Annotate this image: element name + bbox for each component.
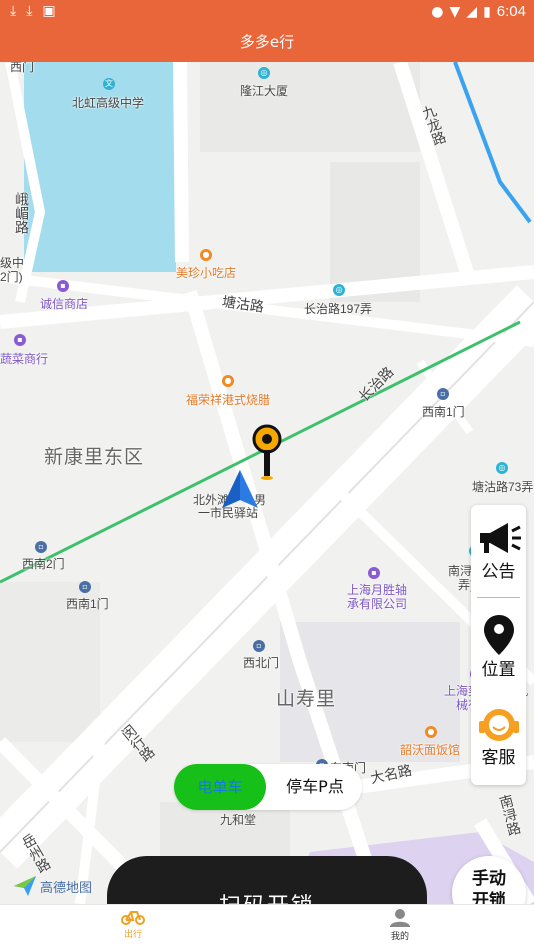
map-label: 韶沃面饭馆: [400, 743, 461, 757]
customer-service-label: 客服: [481, 748, 516, 768]
restaurant-poi-icon: ●: [425, 726, 437, 738]
ebike-tab[interactable]: 电单车: [174, 764, 266, 810]
amap-brand: 高德地图: [40, 880, 93, 896]
nav-travel-label: 出行: [123, 930, 142, 940]
nav-item-travel[interactable]: 出行: [103, 909, 163, 940]
location-label: 位置: [481, 660, 516, 680]
building-poi-icon: ◎: [258, 67, 270, 79]
vehicle-mode-toggle: 电单车 停车P点: [174, 764, 362, 810]
status-indicators: ● ▼ ◢ ▮ 6:04: [431, 3, 526, 20]
wifi-icon: ▼: [449, 3, 461, 20]
user-icon: [390, 909, 410, 927]
amap-logo: 高德地图: [14, 876, 92, 896]
map-label: 上海月胜轴承有限公司: [346, 583, 407, 611]
gate-poi-icon: ▫: [437, 388, 449, 400]
gate-poi-icon: ▫: [35, 541, 47, 553]
gate-poi-icon: ▫: [253, 640, 265, 652]
location-button[interactable]: 位置: [471, 615, 526, 680]
map-label: 新康里东区: [44, 447, 145, 468]
battery-icon: ▮: [483, 3, 491, 20]
side-panel: 公告 位置 客服: [471, 505, 526, 785]
map-label: 西北门: [243, 656, 280, 670]
map-label: 峨嵋路: [14, 192, 30, 234]
signal-icon: ◢: [466, 3, 478, 20]
map-label: 塘沽路73弄: [472, 480, 534, 494]
nav-item-mine[interactable]: 我的: [370, 909, 430, 942]
shop-poi-icon: ▪: [14, 334, 26, 346]
divider: [477, 597, 520, 598]
map-label: 长治路197弄: [304, 302, 373, 316]
map-pin-icon: [483, 615, 514, 655]
map-label: 诚信商店: [40, 297, 89, 311]
status-notifications: ⤓ ⤓ ▣: [10, 3, 56, 19]
map-label: 九和堂: [220, 813, 257, 827]
nav-mine-label: 我的: [390, 932, 409, 942]
amap-logo-icon: [14, 876, 36, 896]
map-label: 西南1门: [422, 405, 465, 419]
manual-unlock-label-line1: 手动: [472, 869, 506, 889]
map-label: 西门: [10, 62, 35, 74]
customer-service-button[interactable]: 客服: [471, 705, 526, 768]
page-title: 多多e行: [0, 24, 534, 62]
status-bar: ⤓ ⤓ ▣ ● ▼ ◢ ▮ 6:04: [0, 0, 534, 24]
image-icon: ▣: [42, 3, 56, 19]
location-icon: ●: [431, 3, 444, 20]
announcement-button[interactable]: 公告: [471, 519, 526, 582]
announcement-label: 公告: [481, 562, 516, 582]
restaurant-poi-icon: ●: [222, 375, 234, 387]
shop-poi-icon: ▪: [368, 567, 380, 579]
map-label: 西南1门: [66, 597, 109, 611]
gate-poi-icon: ▫: [79, 581, 91, 593]
map-label: 隆江大厦: [240, 84, 289, 98]
map-label: 美珍小吃店: [176, 266, 237, 280]
navigation-arrow-icon: [222, 470, 258, 508]
map-label: 山寿里: [276, 689, 337, 710]
parking-point-tab[interactable]: 停车P点: [270, 764, 360, 810]
download-icon: ⤓: [26, 3, 33, 19]
map-label: 福荣祥港式烧腊: [186, 393, 271, 407]
status-time: 6:04: [496, 3, 526, 20]
shop-poi-icon: ▪: [57, 280, 69, 292]
map-label: 西南2门: [22, 557, 65, 571]
building-poi-icon: ◎: [496, 462, 508, 474]
headset-icon: [478, 709, 519, 741]
restaurant-poi-icon: ●: [200, 249, 212, 261]
megaphone-icon: [479, 523, 521, 553]
bicycle-icon: [121, 911, 145, 925]
school-poi-icon: 文: [103, 78, 115, 90]
bottom-nav: 出行 我的: [0, 904, 534, 948]
map-label: 北虹高级中学: [72, 96, 145, 110]
map-label: 2门): [0, 270, 23, 284]
building-poi-icon: ◎: [333, 284, 345, 296]
map-label: 蔬菜商行: [0, 352, 49, 366]
download-icon: ⤓: [10, 3, 17, 19]
